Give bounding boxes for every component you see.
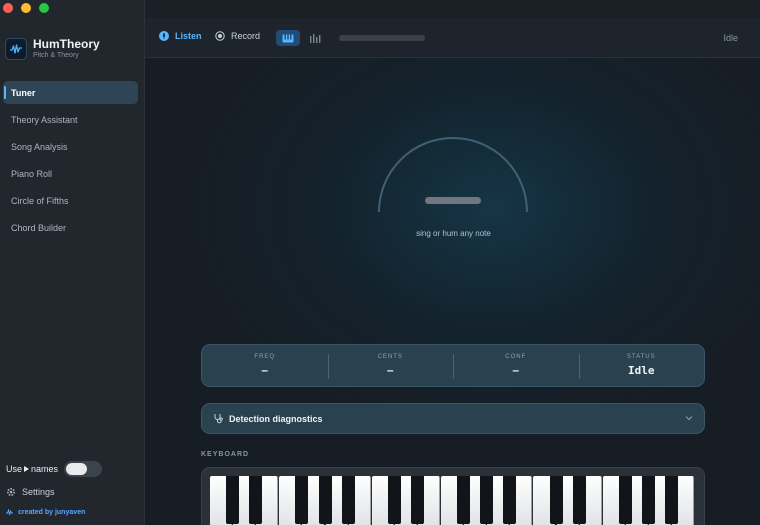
piano-black-key[interactable]	[295, 476, 309, 524]
stat-value: –	[386, 363, 394, 377]
piano-view-button[interactable]	[276, 30, 300, 46]
stat-status: STATUS Idle	[578, 345, 705, 386]
stat-label: STATUS	[626, 354, 656, 360]
stat-value: Idle	[628, 364, 655, 377]
listen-label: Listen	[175, 31, 202, 41]
piano-black-key[interactable]	[549, 476, 563, 524]
app-name: HumTheory	[33, 37, 100, 51]
credit-link[interactable]: created by junyaven	[6, 509, 85, 516]
sidebar-item-label: Tuner	[11, 87, 36, 98]
stat-value: –	[512, 363, 520, 377]
mic-icon	[159, 31, 169, 41]
piano-black-key[interactable]	[572, 476, 586, 524]
stat-confidence: CONF –	[453, 345, 579, 386]
sidebar-item-song-analysis[interactable]: Song Analysis	[3, 135, 138, 158]
app-brand: HumTheory Pitch & Theory	[5, 38, 100, 60]
bars-view-button[interactable]	[303, 30, 327, 46]
piano-black-key[interactable]	[410, 476, 424, 524]
sidebar-nav: Tuner Theory Assistant Song Analysis Pia…	[3, 81, 138, 243]
settings-button[interactable]: Settings	[6, 487, 55, 497]
gear-icon	[6, 487, 16, 497]
record-icon	[215, 31, 225, 41]
sidebar-item-label: Theory Assistant	[11, 114, 78, 125]
piano-black-key[interactable]	[249, 476, 263, 524]
stat-value: –	[261, 363, 269, 377]
stat-label: CONF	[505, 354, 527, 360]
diagnostics-disclosure[interactable]: Detection diagnostics	[201, 403, 705, 434]
sidebar: HumTheory Pitch & Theory Tuner Theory As…	[0, 0, 145, 525]
stat-frequency: FREQ –	[202, 345, 328, 386]
zoom-window-button[interactable]	[39, 3, 49, 13]
record-label: Record	[231, 31, 261, 41]
view-mode-selector	[276, 30, 327, 46]
bars-icon	[310, 34, 321, 43]
toolbar: Listen Record Idle	[145, 18, 760, 58]
stats-panel: FREQ – CENTS – CONF – STATUS Idle	[201, 344, 705, 387]
piano-black-key[interactable]	[387, 476, 401, 524]
app-tagline: Pitch & Theory	[33, 52, 79, 59]
stat-label: CENTS	[377, 354, 403, 360]
minimize-window-button[interactable]	[21, 3, 31, 13]
piano-black-key[interactable]	[618, 476, 632, 524]
sidebar-item-label: Chord Builder	[11, 222, 67, 233]
piano-black-key[interactable]	[503, 476, 517, 524]
stat-cents: CENTS –	[327, 345, 454, 386]
piano-black-key[interactable]	[641, 476, 655, 524]
keyboard-section-label: KEYBOARD	[201, 451, 250, 458]
names-toggle-label: Use names	[6, 464, 59, 474]
listen-button[interactable]: Listen	[159, 31, 202, 41]
sidebar-item-tuner[interactable]: Tuner	[3, 81, 138, 104]
tuner-view: sing or hum any note FREQ – CENTS – CONF…	[145, 58, 760, 525]
credit-text: created by junyaven	[18, 509, 86, 516]
sidebar-item-label: Song Analysis	[11, 141, 68, 152]
piano-black-key[interactable]	[457, 476, 471, 524]
window-controls	[3, 3, 49, 13]
piano-black-key[interactable]	[341, 476, 355, 524]
piano-keyboard	[201, 467, 705, 525]
record-button[interactable]: Record	[215, 31, 260, 41]
stethoscope-icon	[214, 414, 223, 424]
caret-right-icon	[24, 466, 30, 472]
piano-black-key[interactable]	[480, 476, 494, 524]
piano-black-key[interactable]	[226, 476, 240, 524]
sidebar-item-circle-of-fifths[interactable]: Circle of Fifths	[3, 189, 138, 212]
wave-small-icon	[6, 509, 13, 516]
names-toggle-row: Use names	[6, 461, 102, 477]
piano-black-key[interactable]	[318, 476, 332, 524]
piano-black-key[interactable]	[665, 476, 678, 524]
sidebar-item-theory-assistant[interactable]: Theory Assistant	[3, 108, 138, 131]
input-level-meter	[339, 35, 425, 41]
stat-label: FREQ	[254, 354, 276, 360]
sidebar-item-piano-roll[interactable]: Piano Roll	[3, 162, 138, 185]
toolbar-status: Idle	[723, 33, 738, 43]
settings-label: Settings	[22, 487, 55, 497]
sidebar-item-label: Piano Roll	[11, 168, 53, 179]
piano-keys-icon	[282, 34, 294, 42]
sidebar-item-chord-builder[interactable]: Chord Builder	[3, 216, 138, 239]
note-display-placeholder	[425, 197, 481, 204]
close-window-button[interactable]	[3, 3, 13, 13]
tuner-hint: sing or hum any note	[416, 229, 491, 238]
names-toggle-switch[interactable]	[64, 461, 102, 477]
chevron-down-icon	[685, 416, 693, 421]
waveform-logo-icon	[5, 38, 27, 60]
sidebar-item-label: Circle of Fifths	[11, 195, 69, 206]
diagnostics-title: Detection diagnostics	[229, 413, 323, 424]
